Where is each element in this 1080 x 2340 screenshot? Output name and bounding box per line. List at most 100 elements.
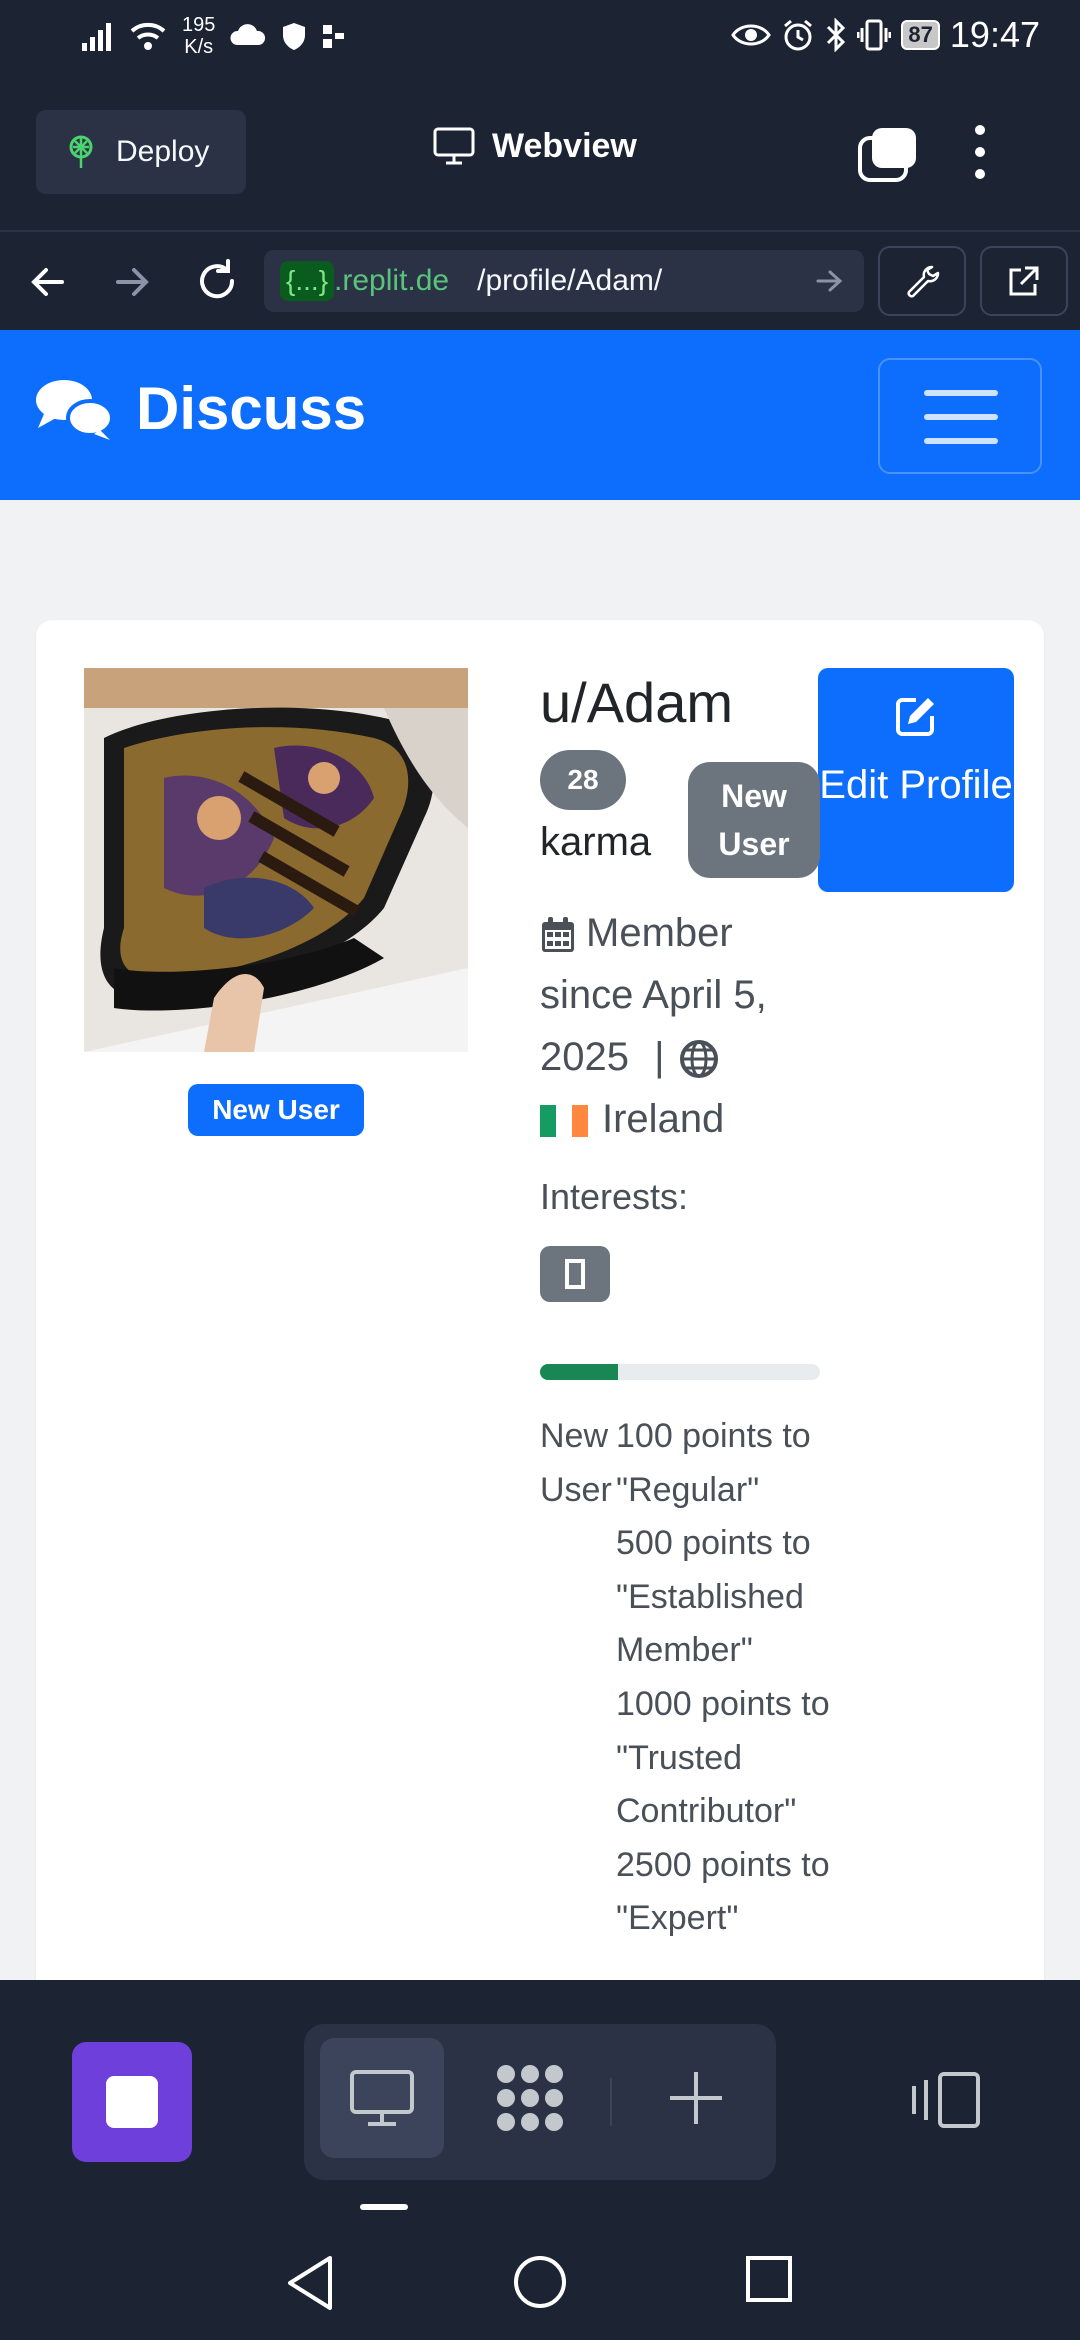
monitor-icon <box>350 2070 414 2126</box>
deploy-button[interactable]: Deploy <box>36 110 246 194</box>
calendar-icon <box>542 917 574 953</box>
deploy-label: Deploy <box>116 135 210 168</box>
wifi-icon <box>130 22 166 50</box>
separator: | <box>654 1035 665 1079</box>
back-triangle-icon[interactable] <box>284 2254 336 2312</box>
webview-tab[interactable] <box>320 2038 444 2158</box>
member-info: Member since April 5, 2025 | Ireland <box>540 902 830 1150</box>
home-circle-icon[interactable] <box>512 2254 568 2310</box>
back-button[interactable] <box>28 262 68 307</box>
deploy-icon <box>69 135 93 168</box>
next-level-item: 2500 points to "Expert" <box>616 1845 830 1938</box>
navbar-toggler[interactable] <box>878 358 1042 474</box>
webview-title: Webview <box>432 126 637 166</box>
next-level-item: 500 points to "Established Member" <box>616 1524 811 1670</box>
url-domain: .replit.de <box>334 264 450 297</box>
toggler-bar <box>924 414 998 420</box>
next-levels: 100 points to "Regular" 500 points to "E… <box>616 1410 830 1946</box>
karma-label: karma <box>540 820 652 864</box>
share-icon <box>323 25 345 48</box>
clock: 19:47 <box>949 14 1040 55</box>
external-link-icon <box>1009 266 1039 296</box>
arrow-left-icon <box>31 268 64 296</box>
interests-label: Interests: <box>540 1176 689 1217</box>
next-level-item: 100 points to "Regular" <box>616 1417 811 1509</box>
devtools-button[interactable] <box>878 246 966 316</box>
edit-profile-button[interactable]: Edit Profile <box>818 668 1014 892</box>
kebab-icon <box>975 125 985 179</box>
open-external-button[interactable] <box>980 246 1068 316</box>
plus-icon <box>670 2072 722 2124</box>
level-info: New User 100 points to "Regular" 500 poi… <box>540 1410 830 1946</box>
country: Ireland <box>602 1097 725 1141</box>
url-badge: {...} <box>280 261 335 301</box>
toggler-bar <box>924 438 998 444</box>
site-navbar: Discuss <box>0 330 1080 500</box>
battery-indicator: 87 <box>901 20 940 50</box>
comments-icon <box>36 379 114 440</box>
profile-avatar <box>84 668 468 1052</box>
cloud-icon <box>230 24 266 45</box>
globe-icon <box>679 1040 718 1079</box>
bluetooth-icon <box>827 18 846 52</box>
network-speed: 195 K/s <box>182 14 215 58</box>
stop-icon <box>106 2076 158 2128</box>
reload-icon <box>200 259 235 299</box>
url-path: /profile/Adam/ <box>477 264 663 297</box>
vibrate-icon <box>857 19 892 51</box>
karma-badge: 28 <box>540 750 626 810</box>
user-level-badge: New User <box>688 762 820 878</box>
replit-bottom-bar <box>0 1980 1080 2230</box>
speed-value: 195 <box>182 14 216 36</box>
edit-profile-label: Edit Profile <box>819 763 1013 807</box>
active-indicator <box>360 2204 408 2210</box>
alarm-icon <box>784 19 813 51</box>
pane-toggle-button[interactable] <box>910 2070 984 2135</box>
apps-grid-icon <box>497 2065 563 2131</box>
more-options-button[interactable] <box>972 124 988 185</box>
replit-header: Deploy Webview <box>0 74 1080 230</box>
boots-image <box>84 668 468 1052</box>
eye-icon <box>731 24 772 46</box>
toggler-bar <box>924 390 998 396</box>
missing-glyph-icon <box>565 1259 585 1289</box>
new-tab-button[interactable] <box>634 2038 758 2158</box>
url-bar: {...} .replit.de /profile/Adam/ <box>0 230 1080 330</box>
edit-icon <box>896 698 934 736</box>
status-left: 195 K/s <box>80 14 347 58</box>
reload-button[interactable] <box>194 258 240 309</box>
arrow-right-icon <box>116 268 149 296</box>
go-arrow-icon[interactable] <box>814 266 844 296</box>
split-pane-icon <box>912 2072 980 2128</box>
status-bar: 195 K/s 87 19:47 <box>0 0 1080 74</box>
signal-icon <box>82 23 111 51</box>
current-level: New User <box>540 1417 612 1509</box>
profile-username: u/Adam <box>540 671 733 734</box>
recents-square-icon[interactable] <box>744 2254 794 2304</box>
interest-tag[interactable] <box>540 1246 610 1302</box>
shield-icon <box>283 23 306 50</box>
system-nav-bar <box>0 2230 1080 2340</box>
progress-fill <box>540 1364 619 1380</box>
view-switcher <box>304 2024 776 2180</box>
ireland-flag-icon <box>540 1105 588 1138</box>
segment-divider <box>610 2078 612 2126</box>
next-level-item: 1000 points to "Trusted Contributor" <box>616 1684 830 1831</box>
url-input[interactable]: {...} .replit.de /profile/Adam/ <box>264 250 864 312</box>
karma-progress-bar <box>540 1364 820 1380</box>
tabs-button[interactable] <box>856 126 920 189</box>
status-right: 87 19:47 <box>731 14 1040 56</box>
new-user-badge: New User <box>188 1084 364 1136</box>
stop-button[interactable] <box>72 2042 192 2162</box>
brand-text: Discuss <box>136 375 367 442</box>
tabs-icon <box>858 128 916 182</box>
webview-title-text: Webview <box>492 126 637 165</box>
profile-card: New User u/Adam Edit Profile 28 karma Ne… <box>36 620 1044 1980</box>
webview-content: Discuss New User u/Adam Edit Profile 28 … <box>0 330 1080 1980</box>
speed-unit: K/s <box>184 36 214 58</box>
site-brand[interactable]: Discuss <box>34 374 366 443</box>
monitor-icon <box>433 127 475 165</box>
wrench-icon <box>907 265 940 298</box>
tools-tab[interactable] <box>468 2038 592 2158</box>
forward-button[interactable] <box>112 262 152 307</box>
